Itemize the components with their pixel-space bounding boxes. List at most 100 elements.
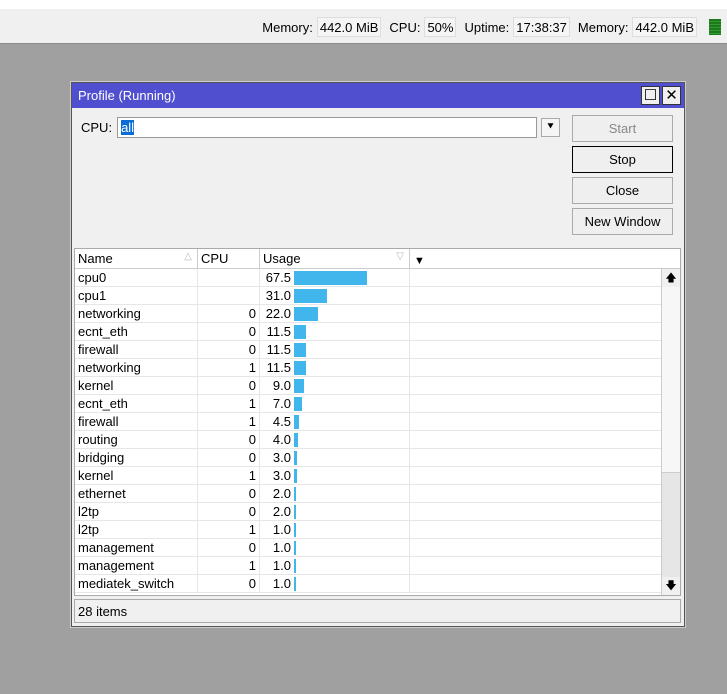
row-name: mediatek_switch: [75, 575, 198, 592]
table-row[interactable]: management 1 1.0: [75, 557, 680, 575]
row-usage: 7.0: [272, 396, 291, 411]
table-row[interactable]: mediatek_switch 0 1.0: [75, 575, 680, 593]
row-usage: 1.0: [272, 576, 291, 591]
table-row[interactable]: ecnt_eth 1 7.0: [75, 395, 680, 413]
status-label: Memory:: [262, 19, 313, 35]
close-button[interactable]: Close: [572, 177, 673, 204]
usage-bar: [294, 432, 299, 447]
row-usage: 4.0: [272, 432, 291, 447]
close-window-button[interactable]: ✕: [662, 86, 681, 105]
new-window-button[interactable]: New Window: [572, 208, 673, 235]
row-cpu: 1: [198, 395, 260, 412]
profile-window: Profile (Running) ☐ ✕ CPU: all ⯆ Start S…: [71, 82, 685, 627]
row-name: l2tp: [75, 503, 198, 520]
table-row[interactable]: networking 1 11.5: [75, 359, 680, 377]
table-row[interactable]: firewall 1 4.5: [75, 413, 680, 431]
usage-bar: [294, 486, 297, 501]
cpu-input[interactable]: all: [117, 117, 538, 138]
column-usage[interactable]: Usage ▽: [260, 249, 410, 268]
scroll-down-icon[interactable]: 🡇: [662, 577, 680, 595]
table-row[interactable]: ethernet 0 2.0: [75, 485, 680, 503]
row-usage: 67.5: [265, 270, 291, 285]
vertical-scrollbar[interactable]: 🡅 🡇: [661, 269, 680, 595]
sort-desc-icon: ▽: [396, 251, 404, 262]
table-row[interactable]: kernel 0 9.0: [75, 377, 680, 395]
column-name[interactable]: Name △: [75, 249, 198, 268]
usage-bar: [294, 450, 298, 465]
row-usage: 22.0: [265, 306, 291, 321]
row-usage: 1.0: [272, 522, 291, 537]
row-usage: 11.5: [266, 342, 291, 357]
usage-bar: [294, 414, 299, 429]
cpu-dropdown-icon[interactable]: ⯆: [541, 118, 561, 137]
row-name: ecnt_eth: [75, 395, 198, 412]
maximize-button[interactable]: ☐: [641, 86, 660, 105]
row-name: cpu0: [75, 269, 198, 286]
row-usage: 1.0: [272, 540, 291, 555]
scroll-up-icon[interactable]: 🡅: [662, 269, 680, 287]
table-header: Name △ CPU Usage ▽ ▼: [75, 249, 680, 269]
row-name: ecnt_eth: [75, 323, 198, 340]
row-usage: 11.5: [266, 360, 291, 375]
row-name: routing: [75, 431, 198, 448]
row-usage: 2.0: [272, 486, 291, 501]
usage-bar: [294, 468, 298, 483]
usage-bar: [294, 288, 328, 303]
table-row[interactable]: networking 0 22.0: [75, 305, 680, 323]
status-label: Uptime:: [464, 19, 510, 35]
status-label: CPU:: [389, 19, 421, 35]
table-row[interactable]: l2tp 0 2.0: [75, 503, 680, 521]
status-value: 50%: [424, 17, 457, 37]
status-label: Memory:: [577, 19, 629, 35]
usage-bar: [294, 540, 296, 555]
row-cpu: 1: [198, 413, 260, 430]
row-name: l2tp: [75, 521, 198, 538]
window-title-bar[interactable]: Profile (Running) ☐ ✕: [72, 83, 684, 108]
columns-dropdown-icon[interactable]: ▼: [410, 249, 429, 269]
status-items: Memory: 442.0 MiB CPU: 50% Uptime: 17:38:37 Me…: [258, 17, 721, 37]
table-row[interactable]: firewall 0 11.5: [75, 341, 680, 359]
table-row[interactable]: cpu1 31.0: [75, 287, 680, 305]
row-cpu: 0: [198, 449, 260, 466]
usage-bar: [294, 342, 307, 357]
row-usage: 3.0: [272, 450, 291, 465]
table-row[interactable]: l2tp 1 1.0: [75, 521, 680, 539]
row-cpu: 0: [198, 503, 260, 520]
row-name: bridging: [75, 449, 198, 466]
row-cpu: 1: [198, 521, 260, 538]
row-cpu: 0: [198, 575, 260, 592]
table-row[interactable]: management 0 1.0: [75, 539, 680, 557]
row-name: kernel: [75, 377, 198, 394]
row-name: networking: [75, 359, 198, 376]
table-row[interactable]: routing 0 4.0: [75, 431, 680, 449]
table-row[interactable]: kernel 1 3.0: [75, 467, 680, 485]
table-row[interactable]: ecnt_eth 0 11.5: [75, 323, 680, 341]
start-button[interactable]: Start: [572, 115, 673, 142]
usage-bar: [294, 396, 302, 411]
row-name: firewall: [75, 341, 198, 358]
cpu-label: CPU:: [81, 120, 113, 135]
usage-bar: [294, 504, 297, 519]
status-value: 442.0 MiB: [316, 17, 382, 37]
item-count: 28 items: [78, 604, 128, 619]
table-row[interactable]: bridging 0 3.0: [75, 449, 680, 467]
row-name: management: [75, 557, 198, 574]
usage-bar: [294, 324, 307, 339]
row-usage: 31.0: [265, 288, 291, 303]
scrollbar-thumb[interactable]: [662, 287, 680, 473]
status-value: 442.0 MiB: [632, 17, 697, 37]
row-cpu: 0: [198, 341, 260, 358]
row-cpu: 0: [198, 305, 260, 322]
usage-bar: [294, 576, 296, 591]
row-name: management: [75, 539, 198, 556]
row-name: firewall: [75, 413, 198, 430]
row-cpu: 0: [198, 431, 260, 448]
top-status-bar: Memory: 442.0 MiB CPU: 50% Uptime: 17:38:37 Me…: [0, 0, 727, 44]
row-usage: 9.0: [272, 378, 291, 393]
cpu-value: all: [121, 120, 135, 135]
column-cpu[interactable]: CPU: [198, 249, 260, 268]
table-row[interactable]: cpu0 67.5: [75, 269, 680, 287]
stop-button[interactable]: Stop: [572, 146, 673, 173]
row-cpu: 1: [198, 359, 260, 376]
row-cpu: 1: [198, 467, 260, 484]
